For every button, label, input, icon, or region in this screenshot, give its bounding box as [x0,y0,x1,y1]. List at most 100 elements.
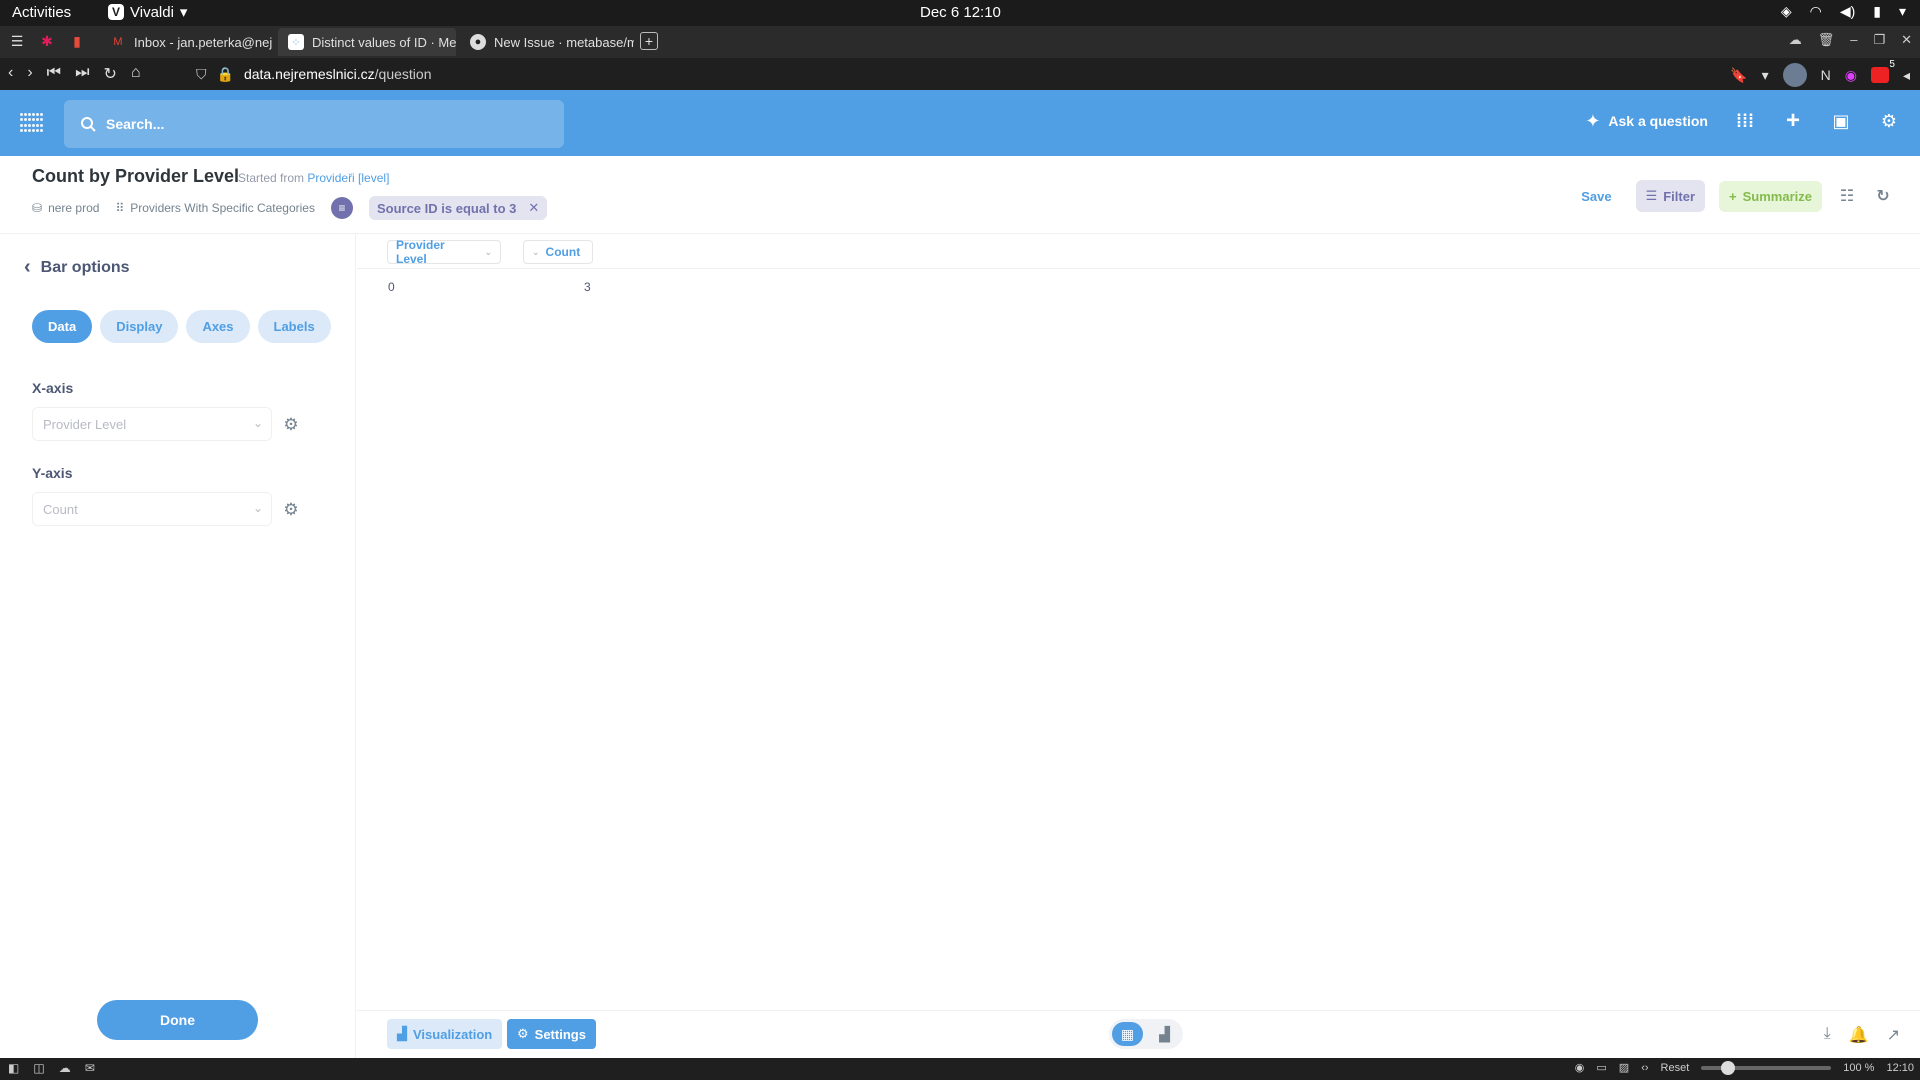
restore-icon[interactable]: ❐ [1873,32,1885,48]
trash-icon[interactable]: 🗑 [1818,32,1835,48]
system-tray[interactable]: ◈ ◠ ◀) ▮ ▾ [1781,3,1906,20]
vivaldi-icon: V [108,4,124,20]
table-crumb[interactable]: ⠿ Providers With Specific Categories [115,201,315,215]
y-axis-gear-icon[interactable]: ⚙ [282,500,300,519]
back-icon[interactable]: ‹ [8,64,13,84]
database-icon: ⛁ [32,201,43,215]
close-icon[interactable]: ✕ [1901,32,1912,48]
settings-gear-icon[interactable]: ⚙ [1878,110,1900,132]
fast-forward-icon[interactable]: ⏭ [75,64,89,84]
window-icon[interactable]: ▭ [1596,1061,1606,1074]
metabase-logo-icon[interactable] [20,113,44,133]
zoom-slider[interactable] [1701,1060,1832,1075]
panel-toggle-icon[interactable]: ◂ [1903,67,1910,84]
tab-new-issue[interactable]: ● New Issue · metabase/met [460,28,634,56]
sync-cloud-icon[interactable]: ☁ [59,1061,71,1075]
ask-question-button[interactable]: ✦ Ask a question [1585,111,1708,132]
refresh-icon[interactable]: ↻ [1872,185,1894,207]
forward-icon[interactable]: › [27,64,32,84]
settings-button[interactable]: ⚙ Settings [507,1019,596,1049]
filter-button[interactable]: ☰ Filter [1635,180,1706,212]
table-view-icon[interactable]: ▦ [1112,1022,1143,1046]
app-menu[interactable]: V Vivaldi ▾ [108,3,187,21]
mail-icon[interactable]: ✉ [85,1061,95,1075]
summarize-button[interactable]: + Summarize [1719,180,1822,212]
table-cell[interactable]: 3 [584,280,591,294]
minimize-icon[interactable]: – [1850,32,1857,48]
started-from-link[interactable]: Provideři [level] [307,171,389,185]
column-header-label: Provider Level [396,238,445,266]
chevron-down-icon[interactable]: ▾ [1762,67,1769,84]
navigation-buttons: ‹ › ⏮ ⏭ ↻ ⌂ [8,64,141,84]
x-axis-gear-icon[interactable]: ⚙ [282,415,300,434]
shield-icon[interactable]: ⛉ [196,66,207,83]
new-tab-button[interactable]: + [640,32,658,50]
profile-avatar[interactable] [1782,63,1807,87]
slack-icon[interactable]: ✱ [38,32,56,50]
vivaldi-menu-icon[interactable]: ☰ [8,32,26,50]
notebook-icon[interactable]: ☷ [1836,185,1858,207]
tab-display[interactable]: Display [100,310,179,343]
panel-icon[interactable]: ◧ [8,1061,19,1075]
visualization-button[interactable]: ▟ Visualization [387,1019,503,1049]
footer-actions: ⤓ 🔔 ↗ [1824,1025,1900,1045]
trello-icon[interactable]: ▮ [68,32,86,50]
search-bar[interactable] [64,100,564,148]
new-item-icon[interactable]: + [1782,107,1804,134]
chevron-down-icon: ⌄ [532,246,540,257]
home-icon[interactable]: ⌂ [131,64,141,84]
url-host: data.nejremeslnici.cz [243,66,375,82]
tab-title: Inbox - jan.peterka@nejrem [134,34,272,50]
notion-icon[interactable]: N [1821,67,1831,83]
database-name: nere prod [48,201,100,215]
chart-view-icon[interactable]: ▟ [1149,1022,1180,1046]
system-clock[interactable]: Dec 6 12:10 [920,4,1001,21]
y-axis-select[interactable]: Count ⌄ [32,492,272,526]
rewind-icon[interactable]: ⏮ [47,64,61,84]
address-bar: ‹ › ⏮ ⏭ ↻ ⌂ ⛉ 🔒 data.nejremeslnici.cz/qu… [0,58,1920,90]
tab-data[interactable]: Data [32,310,93,343]
activities-button[interactable]: Activities [12,4,71,21]
tab-distinct-values[interactable]: ⁘ Distinct values of ID · Meta [278,28,456,56]
filter-pill[interactable]: Source ID is equal to 3 ✕ [368,196,548,220]
extension-badge-icon[interactable]: 5 [1870,59,1895,83]
tab-title: Distinct values of ID · Meta [312,34,456,50]
tab-labels[interactable]: Labels [257,310,331,343]
search-input[interactable] [106,116,526,132]
window-controls: ☁ 🗑 – ❐ ✕ [1789,32,1912,48]
column-header-count[interactable]: ⌄ Count [523,240,593,264]
share-icon[interactable]: ↗ [1887,1025,1900,1045]
code-icon[interactable]: ‹› [1641,1062,1648,1074]
url-field[interactable]: ⛉ 🔒 data.nejremeslnici.cz/question [196,62,1696,86]
question-title[interactable]: Count by Provider Level [32,166,239,187]
filter-toggle-icon[interactable]: ≡ [330,197,353,219]
header-divider [357,268,1920,269]
extension-icon[interactable]: ◉ [1845,67,1857,84]
remove-filter-icon[interactable]: ✕ [528,200,539,216]
capture-icon[interactable]: ◉ [1575,1061,1585,1074]
caret-down-icon: ▾ [179,4,188,21]
column-header-provider-level[interactable]: Provider Level ⌄ [387,238,501,266]
zoom-slider-knob[interactable] [1721,1060,1736,1075]
activity-icon[interactable]: ▣ [1830,110,1852,132]
back-to-chart-types[interactable]: ‹ Bar options [24,256,130,279]
download-icon[interactable]: ⤓ [1824,1025,1831,1045]
zoom-reset-button[interactable]: Reset [1661,1062,1690,1074]
tiling-icon[interactable]: ◫ [33,1061,44,1075]
tab-inbox[interactable]: M Inbox - jan.peterka@nejrem [100,28,272,56]
cloud-icon[interactable]: ☁ [1789,32,1802,48]
status-bar-left: ◧ ◫ ☁ ✉ [8,1061,95,1075]
alert-bell-icon[interactable]: 🔔 [1849,1025,1869,1045]
tab-axes[interactable]: Axes [186,310,250,343]
save-button[interactable]: Save [1571,183,1621,210]
image-icon[interactable]: ▨ [1619,1061,1629,1074]
x-axis-select[interactable]: Provider Level ⌄ [32,407,272,441]
done-button[interactable]: Done [97,1000,258,1040]
browser-status-bar: ◧ ◫ ☁ ✉ ◉ ▭ ▨ ‹› Reset 100 % 12:10 [0,1058,1920,1080]
database-crumb[interactable]: ⛁ nere prod [32,201,99,215]
table-cell[interactable]: 0 [388,280,395,294]
browse-data-icon[interactable]: ⁞⁞⁞ [1734,110,1756,132]
reload-icon[interactable]: ↻ [103,64,116,84]
navbar-actions: ✦ Ask a question ⁞⁞⁞ + ▣ ⚙ [1585,107,1900,134]
bookmark-icon[interactable]: 🔖 [1730,67,1747,84]
